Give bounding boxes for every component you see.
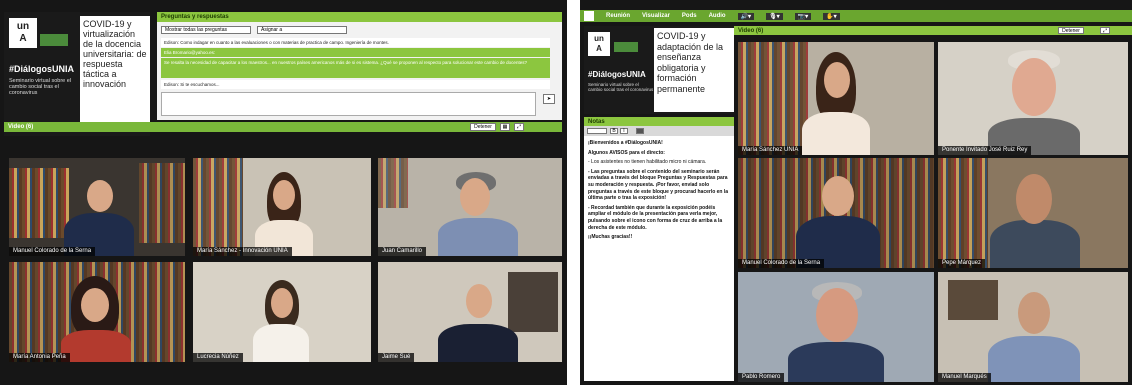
grid-view-icon[interactable]: ▦ [500, 123, 510, 131]
menu-bar: Reunión Visualizar Pods Audio 🔊▾ 🎙▾ 📷▾ ✋… [580, 10, 1132, 22]
video-tile[interactable]: Juan Camarillo [378, 158, 562, 256]
speaker-icon[interactable]: 🔊▾ [737, 12, 755, 20]
participant-name: Lucrecia Núñez [193, 353, 243, 362]
video-tile[interactable]: María Sánchez UNIA [738, 42, 934, 155]
font-size-select[interactable] [587, 128, 607, 134]
menu-pods[interactable]: Pods [682, 13, 697, 19]
video-tile[interactable]: Manuel Marqués [938, 272, 1128, 382]
banner-subtitle: Seminario virtual sobre el cambio social… [588, 82, 654, 92]
notes-content: ¡Bienvenidos a #DiálogosUNIA! Algunos AV… [584, 136, 734, 381]
partner-logo [40, 34, 68, 46]
raise-hand-icon[interactable]: ✋▾ [823, 12, 840, 20]
participant-name: Jaime Sué [378, 353, 415, 362]
menu-reunion[interactable]: Reunión [606, 13, 630, 19]
banner-title: COVID-19 y virtualización de la docencia… [80, 16, 150, 132]
unia-logo: un A [9, 18, 37, 48]
qa-pod-header: Preguntas y respuestas [157, 12, 562, 22]
participant-name: Ponente Invitado José Ruiz Rey [938, 146, 1032, 155]
filter-select[interactable]: Mostrar todas las preguntas [161, 26, 251, 34]
partner-logo [614, 42, 638, 52]
participant-name: Manuel Colorado de la Serna [9, 247, 96, 256]
color-icon[interactable] [636, 128, 644, 134]
assign-select[interactable]: Asignar a [257, 26, 347, 34]
video-tile[interactable]: Manuel Colorado de la Serna [738, 158, 934, 268]
seminar-banner: un A #DiálogosUNIA Seminario virtual sobr… [584, 26, 734, 114]
stop-button[interactable]: Detener [470, 123, 496, 131]
italic-icon[interactable]: I [620, 128, 628, 134]
notes-toolbar: B I [584, 126, 734, 136]
stop-button[interactable]: Detener [1058, 27, 1084, 34]
note-line: ¡Bienvenidos a #DiálogosUNIA! [588, 140, 663, 146]
send-icon[interactable]: ➤ [543, 94, 555, 104]
fullscreen-icon[interactable]: ⤢ [1100, 27, 1110, 34]
note-line: Algunos AVISOS para el directo: [588, 149, 665, 156]
participant-name: María Sánchez - Innovación UNIA [193, 247, 292, 256]
participant-name: Manuel Colorado de la Serna [738, 259, 825, 268]
bold-icon[interactable]: B [610, 128, 618, 134]
banner-title: COVID-19 y adaptación de la enseñanza ob… [654, 28, 734, 112]
hashtag: #DiálogosUNIA [588, 70, 646, 79]
banner-subtitle: Seminario virtual sobre el cambio social… [9, 78, 72, 96]
video-tile[interactable]: Lucrecia Núñez [193, 262, 371, 362]
video-tile[interactable]: María Antonia Peña [9, 262, 185, 362]
right-screenshot: Reunión Visualizar Pods Audio 🔊▾ 🎙▾ 📷▾ ✋… [580, 0, 1132, 385]
app-icon [584, 11, 594, 21]
participant-name: María Sánchez UNIA [738, 146, 803, 155]
video-tile[interactable]: Ponente Invitado José Ruiz Rey [938, 42, 1128, 155]
seminar-banner: un A #DiálogosUNIA Seminario virtual sobr… [4, 12, 150, 136]
left-screenshot: un A #DiálogosUNIA Seminario virtual sobr… [0, 0, 567, 385]
video-tile[interactable]: Pablo Romero [738, 272, 934, 382]
menu-visualizar[interactable]: Visualizar [642, 13, 670, 19]
question-row[interactable]: Edison: Si te escuchamos... [161, 80, 550, 89]
participant-name: Pablo Romero [738, 373, 785, 382]
question-text: Se resalta la necesidad de capacitar a l… [161, 58, 550, 78]
hashtag: #DiálogosUNIA [9, 64, 75, 74]
video-tile[interactable]: Manuel Colorado de la Serna [9, 158, 185, 256]
notes-header: Notas [584, 117, 734, 126]
video-tile[interactable]: María Sánchez - Innovación UNIA [193, 158, 371, 256]
note-line: - Recordad también que durante la exposi… [588, 204, 723, 231]
unia-logo: un A [588, 32, 610, 56]
menu-audio[interactable]: Audio [709, 13, 726, 19]
mic-icon[interactable]: 🎙▾ [766, 12, 783, 20]
note-line: ¡¡Muchas gracias!! [588, 234, 633, 241]
camera-icon[interactable]: 📷▾ [794, 12, 812, 20]
participant-name: Juan Camarillo [378, 247, 427, 256]
reply-textarea[interactable] [161, 92, 536, 116]
note-line: - Los asistentes no tienen habilitado mi… [588, 159, 707, 166]
participant-name: Manuel Marqués [938, 373, 991, 382]
question-row-selected[interactable]: Elia Bromario@yahoo.es: [161, 48, 550, 57]
video-tile[interactable]: Pepe Márquez [938, 158, 1128, 268]
participant-name: María Antonia Peña [9, 353, 70, 362]
qa-pod: Mostrar todas las preguntas Asignar a Ed… [157, 22, 562, 120]
video-tile[interactable]: Jaime Sué [378, 262, 562, 362]
fullscreen-icon[interactable]: ⤢ [514, 123, 524, 131]
note-line: - Las preguntas sobre el contenido del s… [588, 168, 729, 202]
participant-name: Pepe Márquez [938, 259, 986, 268]
question-row[interactable]: Edison: Como indagar en cuanto a las eva… [161, 38, 550, 47]
